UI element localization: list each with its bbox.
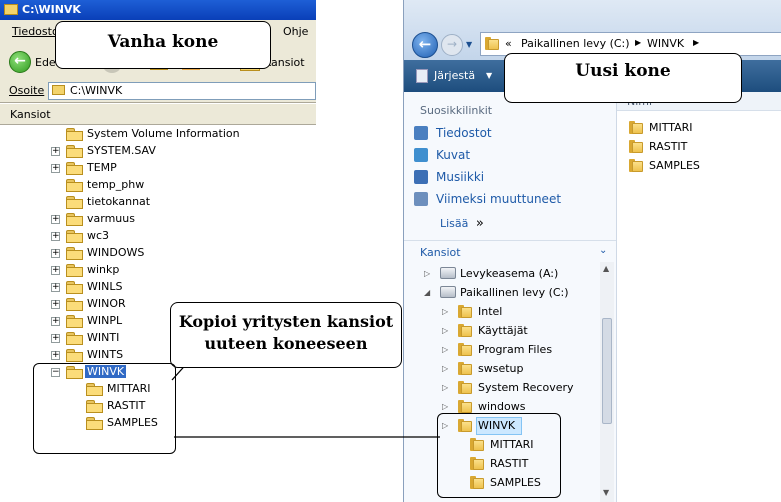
highlight-new-winvk xyxy=(437,413,561,498)
callout-copy-instructions: Kopioi yritysten kansiot uuteen koneesee… xyxy=(170,302,402,368)
callout-old-machine-text: Vanha kone xyxy=(107,32,219,52)
callout-copy-line-1: Kopioi yritysten kansiot xyxy=(178,312,394,331)
callout-old-machine: Vanha kone xyxy=(55,21,271,69)
highlight-old-winvk xyxy=(33,363,176,454)
callout-copy-line-2: uuteen koneeseen xyxy=(204,334,368,353)
callout-new-machine: Uusi kone xyxy=(504,53,742,103)
callout-new-machine-text: Uusi kone xyxy=(575,61,671,81)
